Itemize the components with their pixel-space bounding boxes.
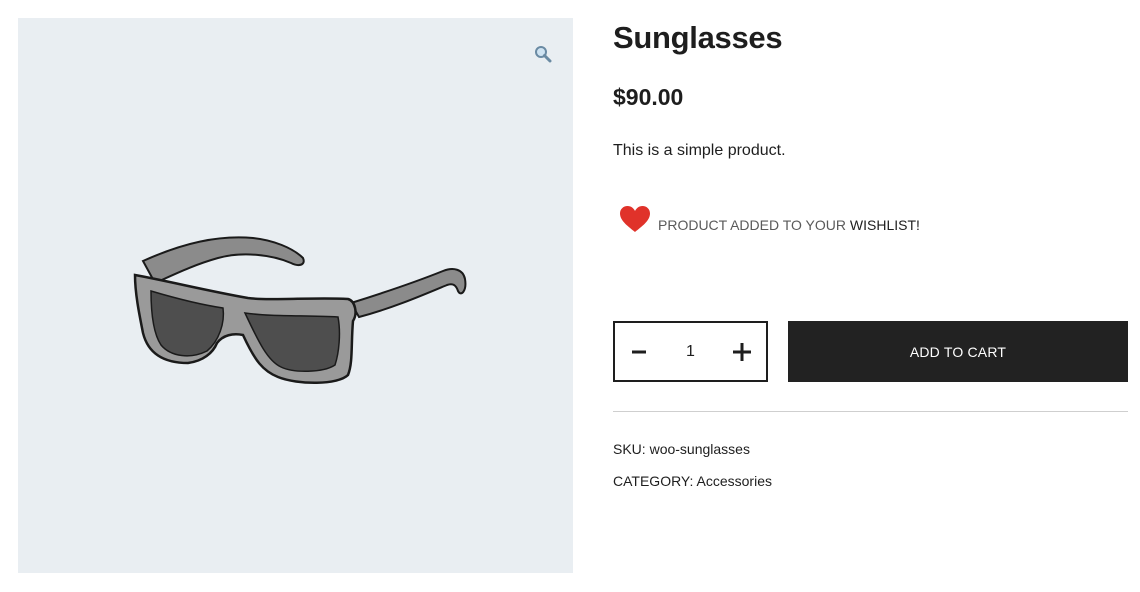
- category-line: CATEGORY: Accessories: [613, 471, 772, 491]
- magnifier-icon: [535, 46, 552, 63]
- quantity-input[interactable]: [663, 342, 718, 361]
- product-page: Sunglasses $90.00 This is a simple produ…: [0, 0, 1140, 592]
- sku-line: SKU: woo-sunglasses: [613, 439, 750, 459]
- heart-icon: [620, 206, 650, 232]
- category-label: CATEGORY:: [613, 473, 694, 489]
- plus-icon: [733, 342, 751, 361]
- wishlist-link[interactable]: WISHLIST!: [850, 217, 920, 233]
- quantity-stepper: [613, 321, 768, 382]
- sku-label: SKU:: [613, 441, 646, 457]
- decrease-quantity-button[interactable]: [615, 323, 663, 380]
- category-link[interactable]: Accessories: [697, 473, 772, 489]
- product-description: This is a simple product.: [613, 142, 786, 159]
- product-gallery: [18, 18, 573, 573]
- increase-quantity-button[interactable]: [718, 323, 766, 380]
- sku-value: woo-sunglasses: [649, 441, 750, 457]
- divider: [613, 411, 1128, 412]
- add-to-cart-button[interactable]: ADD TO CART: [788, 321, 1128, 382]
- wishlist-message: PRODUCT ADDED TO YOUR WISHLIST!: [658, 217, 920, 233]
- product-image[interactable]: [123, 213, 468, 393]
- product-price: $90.00: [613, 84, 684, 110]
- zoom-button[interactable]: [531, 42, 555, 66]
- product-title: Sunglasses: [613, 20, 783, 55]
- wishlist-message-text: PRODUCT ADDED TO YOUR: [658, 217, 850, 233]
- minus-icon: [632, 350, 646, 353]
- wishlist-notice: PRODUCT ADDED TO YOUR WISHLIST!: [619, 205, 920, 233]
